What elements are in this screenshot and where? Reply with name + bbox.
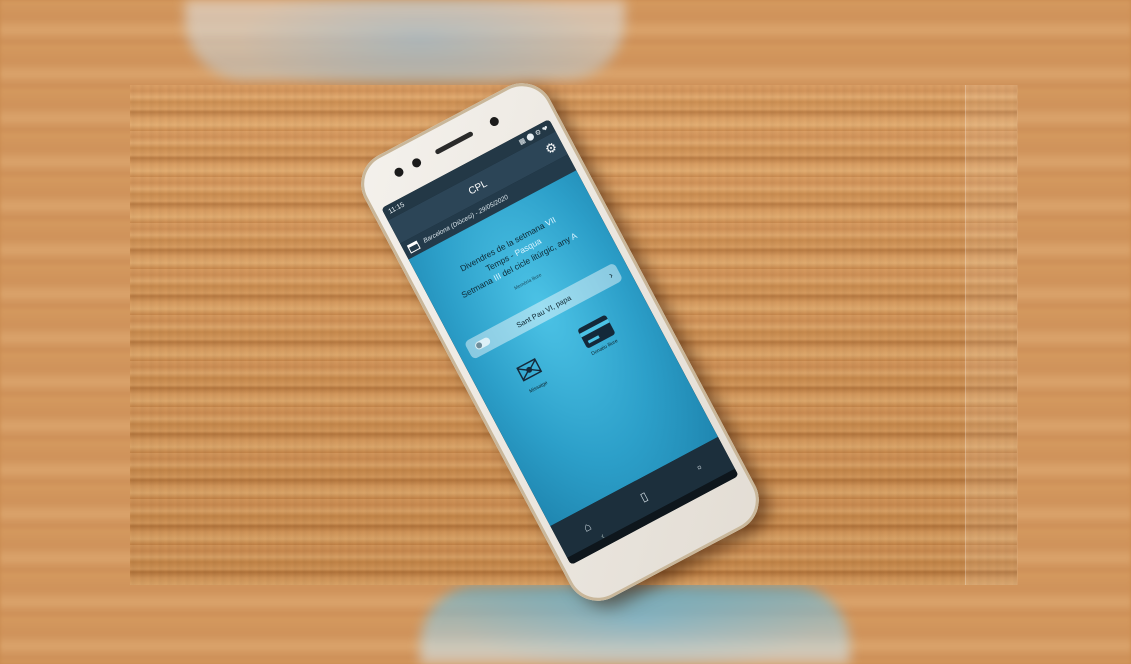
blurred-phone-top: [185, 0, 625, 80]
book-icon[interactable]: ▫: [694, 460, 704, 474]
calendar-icon[interactable]: [406, 240, 421, 254]
message-action[interactable]: ✉ Missatge: [511, 351, 551, 396]
chevron-right-icon: ›: [606, 269, 616, 281]
home-icon[interactable]: ⌂: [581, 519, 594, 535]
donation-action[interactable]: Donatiu lliure: [576, 314, 622, 362]
bookmark-icon[interactable]: ▯: [638, 489, 650, 504]
gear-icon[interactable]: ⚙: [542, 139, 560, 159]
action-icons: ✉ Missatge Donatiu lliure: [475, 295, 660, 416]
photo-edge-strip: [965, 85, 1018, 585]
blurred-phone-bottom: [420, 585, 850, 664]
app-title: CPL: [466, 178, 490, 197]
celebration-name: Sant Pau VI, papa: [514, 292, 573, 330]
celebration-toggle[interactable]: [473, 336, 492, 351]
